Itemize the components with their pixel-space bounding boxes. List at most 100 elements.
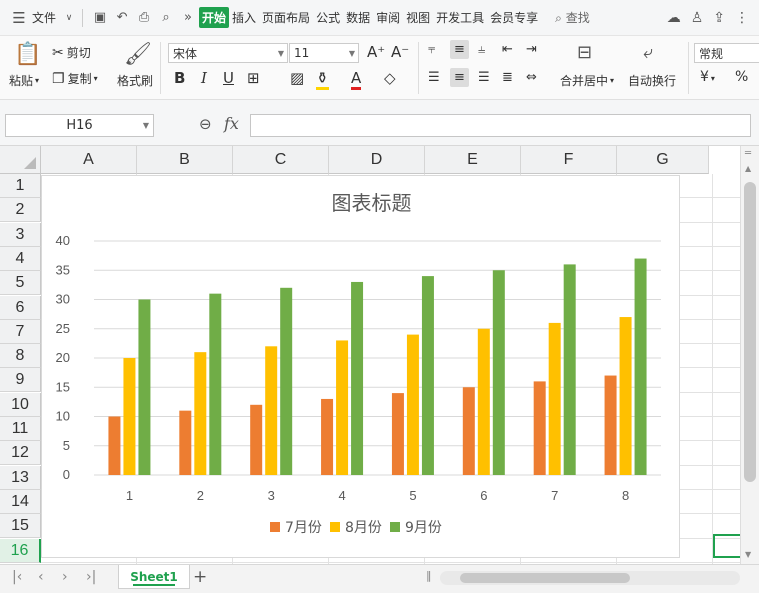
row-header-8[interactable]: 8 — [0, 344, 41, 369]
user-icon[interactable]: ♙ — [691, 10, 704, 26]
column-header-b[interactable]: B — [137, 146, 233, 174]
font-color-icon[interactable]: A — [351, 69, 362, 90]
tab-page-layout[interactable]: 页面布局 — [259, 7, 313, 28]
chevron-down-icon[interactable]: ∨ — [62, 13, 76, 23]
select-all-corner[interactable] — [0, 146, 41, 174]
formula-input[interactable] — [250, 114, 751, 137]
tab-developer[interactable]: 开发工具 — [433, 7, 487, 28]
file-menu[interactable]: 文件 — [32, 9, 56, 26]
font-size-select[interactable]: 11 ▼ — [289, 43, 359, 63]
paste-button[interactable]: 粘贴 ▾ — [9, 72, 39, 89]
increase-font-icon[interactable]: A⁺ — [367, 43, 385, 61]
align-center-icon[interactable]: ≡ — [450, 68, 469, 87]
row-header-14[interactable]: 14 — [0, 489, 41, 514]
paste-icon[interactable]: 📋 — [14, 42, 41, 67]
fx-icon[interactable]: fx — [224, 114, 239, 133]
align-left-icon[interactable]: ☰ — [428, 70, 440, 85]
tab-data[interactable]: 数据 — [343, 7, 373, 28]
fill-style-icon[interactable]: ▨ — [290, 69, 304, 87]
tab-formulas[interactable]: 公式 — [313, 7, 343, 28]
decrease-font-icon[interactable]: A⁻ — [391, 43, 409, 61]
more-icon[interactable]: » — [177, 10, 199, 25]
menu-icon[interactable]: ☰ — [6, 9, 32, 27]
font-name-select[interactable]: 宋体 ▼ — [168, 43, 288, 63]
border-icon[interactable]: ⊞ — [247, 69, 260, 87]
row-header-12[interactable]: 12 — [0, 441, 41, 466]
column-header-e[interactable]: E — [425, 146, 521, 174]
align-bottom-icon[interactable]: ⫨ — [478, 42, 485, 57]
wrap-text-button[interactable]: 自动换行 — [628, 72, 676, 89]
justify-icon[interactable]: ≣ — [502, 70, 513, 85]
tab-insert[interactable]: 插入 — [229, 7, 259, 28]
row-header-1[interactable]: 1 — [0, 174, 41, 198]
column-header-f[interactable]: F — [521, 146, 617, 174]
increase-indent-icon[interactable]: ⇥ — [526, 42, 537, 57]
column-header-c[interactable]: C — [233, 146, 329, 174]
first-sheet-icon[interactable]: |‹ — [12, 569, 22, 585]
row-header-2[interactable]: 2 — [0, 198, 41, 223]
percent-button[interactable]: % — [735, 69, 748, 85]
format-painter-icon[interactable]: 🖌 — [124, 42, 152, 67]
decrease-indent-icon[interactable]: ⇤ — [502, 42, 513, 57]
fill-color-icon[interactable]: ⚱ — [316, 69, 329, 90]
row-header-16[interactable]: 16 — [0, 538, 41, 563]
tab-view[interactable]: 视图 — [403, 7, 433, 28]
row-header-6[interactable]: 6 — [0, 295, 41, 320]
name-box[interactable]: H16 ▼ — [5, 114, 154, 137]
format-painter-button[interactable]: 格式刷 — [117, 72, 153, 89]
underline-icon[interactable]: U — [223, 69, 234, 87]
distributed-icon[interactable]: ⇔ — [526, 70, 537, 85]
number-format-select[interactable]: 常规 — [694, 43, 759, 63]
print-icon[interactable]: ⎙ — [133, 10, 155, 25]
cut-button[interactable]: ✂ 剪切 — [52, 44, 91, 61]
align-middle-icon[interactable]: ≡ — [450, 40, 469, 59]
add-sheet-icon[interactable]: + — [193, 567, 207, 587]
undo-icon[interactable]: ↶ — [111, 10, 133, 25]
print-preview-icon[interactable]: ⌕ — [155, 10, 177, 25]
row-header-3[interactable]: 3 — [0, 222, 41, 247]
tab-member[interactable]: 会员专享 — [487, 7, 541, 28]
save-icon[interactable]: ▣ — [89, 10, 111, 25]
split-icon[interactable]: ═ — [745, 148, 751, 159]
horizontal-scroll-thumb[interactable] — [460, 573, 630, 583]
scroll-down-icon[interactable]: ▼ — [745, 550, 751, 559]
cloud-icon[interactable]: ☁ — [667, 10, 681, 26]
tab-splitter[interactable]: ‖ — [426, 569, 432, 582]
column-header-g[interactable]: G — [617, 146, 709, 174]
align-right-icon[interactable]: ☰ — [478, 70, 490, 85]
row-header-7[interactable]: 7 — [0, 319, 41, 344]
column-header-d[interactable]: D — [329, 146, 425, 174]
row-header-4[interactable]: 4 — [0, 246, 41, 271]
currency-button[interactable]: ¥ ▾ — [700, 69, 715, 85]
wrap-text-icon[interactable]: ⤶ — [643, 42, 653, 63]
next-sheet-icon[interactable]: › — [62, 569, 68, 585]
row-header-10[interactable]: 10 — [0, 392, 41, 417]
merge-center-icon[interactable]: ⊟ — [577, 42, 592, 63]
clear-format-icon[interactable]: ◇ — [384, 69, 396, 87]
merge-center-button[interactable]: 合并居中 ▾ — [560, 72, 614, 89]
vertical-scroll-thumb[interactable] — [744, 182, 756, 482]
row-header-13[interactable]: 13 — [0, 465, 41, 490]
align-top-icon[interactable]: ⫧ — [428, 42, 435, 57]
zoom-icon[interactable]: ⊖ — [199, 115, 212, 133]
horizontal-scrollbar[interactable] — [440, 571, 740, 585]
last-sheet-icon[interactable]: ›| — [86, 569, 96, 585]
search-button[interactable]: ⌕ 查找 — [555, 9, 590, 26]
sheet-tab-sheet1[interactable]: Sheet1 — [118, 565, 190, 589]
chart[interactable]: 图表标题 0 5 10 15 20 25 30 35 40 1 2 3 4 5 6 7 8 7月份 8月份 9月份 — [41, 175, 680, 558]
tab-home[interactable]: 开始 — [199, 7, 230, 28]
more-options-icon[interactable]: ⋮ — [735, 10, 749, 26]
row-header-11[interactable]: 11 — [0, 417, 41, 441]
row-header-15[interactable]: 15 — [0, 514, 41, 539]
column-header-a[interactable]: A — [41, 146, 137, 174]
scroll-up-icon[interactable]: ▲ — [745, 164, 751, 173]
bold-icon[interactable]: B — [174, 69, 185, 87]
share-icon[interactable]: ⇪ — [713, 10, 725, 26]
row-header-9[interactable]: 9 — [0, 368, 41, 393]
italic-icon[interactable]: I — [201, 69, 207, 87]
row-header-5[interactable]: 5 — [0, 271, 41, 296]
tab-review[interactable]: 审阅 — [373, 7, 403, 28]
vertical-scrollbar[interactable]: ═ ▲ ▼ — [740, 146, 759, 564]
prev-sheet-icon[interactable]: ‹ — [38, 569, 44, 585]
copy-button[interactable]: ❐ 复制 ▾ — [52, 70, 98, 87]
